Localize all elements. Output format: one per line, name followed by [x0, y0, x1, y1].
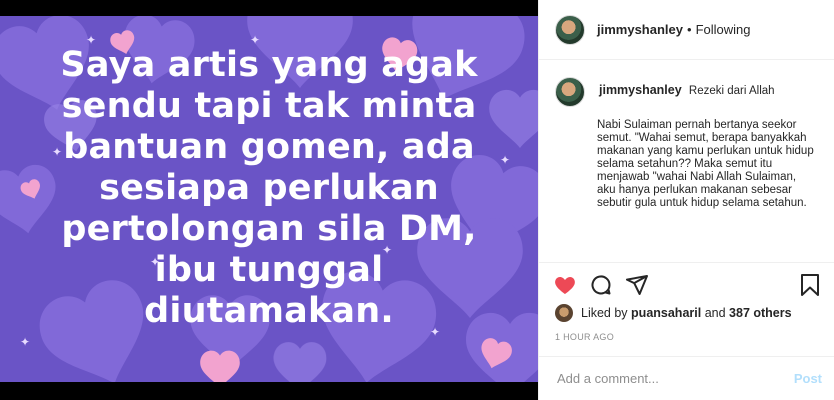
following-button[interactable]: Following	[696, 22, 751, 37]
caption-row: jimmyshanley Rezeki dari Allah	[555, 77, 822, 107]
share-icon	[626, 275, 648, 295]
post-timestamp[interactable]: 1 HOUR AGO	[555, 332, 614, 342]
share-button[interactable]	[625, 273, 649, 297]
post-comment-button[interactable]: Post	[794, 371, 822, 386]
bookmark-icon	[801, 274, 819, 296]
likes-prefix: Liked by	[581, 306, 628, 320]
liker-username[interactable]: puansaharil	[631, 306, 701, 320]
save-button[interactable]	[798, 273, 822, 297]
post-image[interactable]: ✦ ✦ ✦ ✦ ✦ ✦ ✦ ✦ Saya artis yang agak sen…	[0, 16, 538, 382]
image-quote-text: Saya artis yang agak sendu tapi tak mint…	[60, 44, 478, 331]
caption-username[interactable]: jimmyshanley	[599, 83, 682, 97]
likes-summary: Liked by puansaharil and 387 others	[555, 304, 792, 322]
quote-overlay: Saya artis yang agak sendu tapi tak mint…	[0, 16, 538, 382]
comment-input[interactable]	[555, 370, 794, 387]
add-comment-bar: Post	[539, 356, 834, 400]
comment-button[interactable]	[589, 273, 613, 297]
caption-section: jimmyshanley Rezeki dari Allah Nabi Sula…	[539, 61, 834, 261]
heart-filled-icon	[555, 277, 575, 294]
avatar[interactable]	[555, 14, 585, 45]
like-button[interactable]	[553, 273, 577, 297]
likes-joiner: and	[704, 306, 726, 320]
post-media-area: ✦ ✦ ✦ ✦ ✦ ✦ ✦ ✦ Saya artis yang agak sen…	[0, 0, 538, 400]
post-sidebar: jimmyshanley • Following jimmyshanley Re…	[538, 0, 834, 400]
separator-dot: •	[687, 22, 692, 37]
likes-others-link[interactable]: 387 others	[729, 306, 792, 320]
caption-body: Nabi Sulaiman pernah bertanya seekor sem…	[597, 119, 814, 209]
liker-avatar[interactable]	[555, 304, 573, 322]
post-header: jimmyshanley • Following	[539, 0, 834, 60]
caption-title: Rezeki dari Allah	[688, 85, 775, 97]
action-bar	[539, 262, 834, 307]
header-username[interactable]: jimmyshanley	[597, 22, 683, 37]
caption-heading: jimmyshanley Rezeki dari Allah	[599, 84, 775, 98]
comment-icon	[591, 275, 611, 295]
caption-avatar[interactable]	[555, 77, 585, 107]
